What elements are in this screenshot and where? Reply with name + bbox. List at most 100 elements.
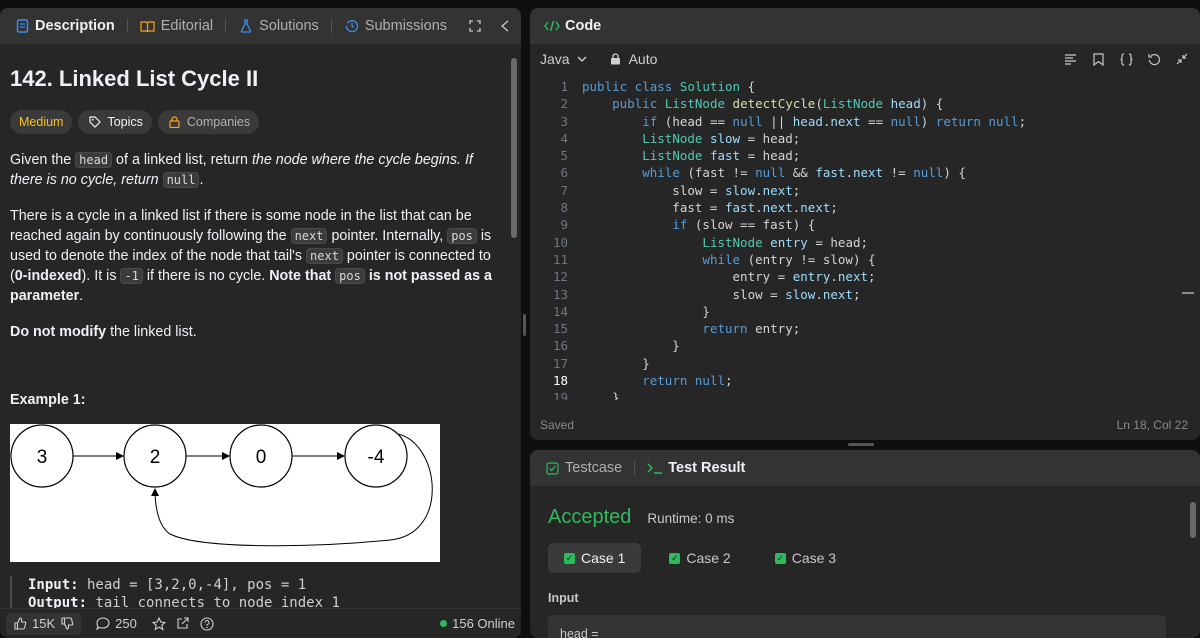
case-tab-3[interactable]: ✓ Case 3 — [759, 543, 852, 573]
case-tab-1[interactable]: ✓ Case 1 — [548, 543, 642, 573]
thumbs-up-icon — [12, 616, 28, 632]
fullscreen-icon[interactable] — [467, 18, 483, 34]
code-pos: pos — [447, 228, 477, 244]
case-label: Case 2 — [686, 550, 731, 566]
code-neg-one: -1 — [120, 268, 143, 284]
tab-solutions-label: Solutions — [259, 18, 319, 34]
text: if there is no cycle. — [142, 268, 270, 284]
difficulty-badge[interactable]: Medium — [10, 110, 73, 134]
node-label: 0 — [256, 447, 267, 468]
description-icon — [14, 18, 30, 34]
check-icon: ✓ — [564, 552, 575, 564]
online-dot — [440, 620, 448, 627]
tab-editorial[interactable]: Editorial — [134, 13, 219, 39]
description-paragraph-3: Do not modify the linked list. — [10, 322, 502, 342]
tab-submissions-label: Submissions — [364, 18, 448, 34]
thumbs-down-icon[interactable] — [59, 616, 75, 632]
braces-icon[interactable] — [1118, 51, 1134, 67]
code-pos: pos — [335, 268, 365, 284]
code-line: 9 if (slow == fast) { — [560, 217, 816, 233]
lock-icon — [608, 51, 624, 67]
tab-testcase[interactable]: Testcase — [538, 455, 628, 481]
input-value-box[interactable]: head = — [548, 615, 1166, 638]
reset-icon[interactable] — [1146, 51, 1162, 67]
result-tabbar: Testcase Test Result — [530, 450, 1200, 486]
cursor-position: Ln 18, Col 22 — [1116, 418, 1188, 432]
check-icon: ✓ — [774, 552, 786, 564]
tab-description[interactable]: Description — [8, 13, 121, 39]
format-icon[interactable] — [1062, 51, 1078, 67]
input-value: head = [3,2,0,-4], pos = 1 — [78, 577, 307, 593]
tab-code[interactable]: Code — [538, 13, 607, 39]
panel-resize-handle[interactable] — [848, 443, 874, 446]
code-line: 4 ListNode slow = head; — [560, 130, 801, 146]
tag-icon — [87, 114, 103, 130]
code-line: 19 } — [552, 390, 620, 400]
like-button[interactable]: 15K — [6, 612, 82, 635]
description-panel: Description Editorial Solutions Submissi… — [0, 8, 521, 638]
runtime-value: Runtime: 0 ms — [647, 511, 735, 526]
companies-button[interactable]: Companies — [157, 110, 260, 134]
code-line: 16 } — [552, 338, 680, 354]
comments-button[interactable]: 250 — [89, 613, 143, 635]
code-tab-label: Code — [565, 18, 602, 34]
code-tabbar: Code — [530, 8, 1200, 44]
history-icon — [344, 18, 360, 34]
case-tab-2[interactable]: ✓ Case 2 — [653, 543, 746, 573]
code-line: 18 return null; — [552, 373, 733, 389]
code-line: 14 } — [552, 303, 710, 319]
bold-text: Note that — [269, 268, 336, 284]
tab-submissions[interactable]: Submissions — [338, 13, 453, 39]
description-footer: 15K 250 156 Online — [0, 608, 521, 638]
example-input: Input: head = [3,2,0,-4], pos = 1 — [28, 576, 502, 594]
text: of a linked list, return — [112, 152, 252, 168]
code-line: 2 public ListNode detectCycle(ListNode h… — [560, 96, 944, 112]
result-scrollbar[interactable] — [1190, 502, 1196, 538]
lock-icon — [167, 114, 183, 130]
star-icon[interactable] — [151, 616, 167, 632]
node-label: 2 — [150, 447, 161, 468]
topics-label: Topics — [107, 115, 143, 129]
code-line: 17 } — [552, 355, 650, 371]
description-scrollbar[interactable] — [511, 58, 517, 238]
tab-test-result[interactable]: Test Result — [641, 455, 751, 481]
vertical-resize-handle[interactable] — [523, 314, 526, 336]
companies-label: Companies — [186, 115, 251, 129]
language-select[interactable]: Java — [540, 51, 590, 67]
code-editor[interactable]: 1 public class Solution { 2 public ListNo… — [530, 78, 1190, 400]
auto-mode[interactable]: Auto — [608, 51, 658, 67]
collapse-left-icon[interactable] — [497, 18, 513, 34]
terminal-icon — [647, 460, 663, 476]
code-line: 13 slow = slow.next; — [552, 286, 861, 302]
code-line: 5 ListNode fast = head; — [560, 148, 801, 164]
share-icon[interactable] — [175, 616, 191, 632]
minimize-icon[interactable] — [1174, 51, 1190, 67]
input-value-text: head = — [560, 627, 599, 638]
topics-button[interactable]: Topics — [78, 110, 152, 134]
code-line: 10 ListNode entry = head; — [552, 234, 869, 250]
test-result-tab-label: Test Result — [668, 460, 746, 476]
online-count: 156 Online — [452, 616, 515, 631]
example-title: Example 1: — [10, 392, 86, 408]
auto-label: Auto — [628, 51, 658, 67]
code-line: 3 if (head == null || head.next == null)… — [560, 113, 1027, 129]
case-tabs: ✓ Case 1 ✓ Case 2 ✓ Case 3 — [548, 543, 1182, 573]
code-line: 11 while (entry != slow) { — [552, 251, 876, 267]
help-icon[interactable] — [199, 616, 215, 632]
chevron-down-icon — [574, 51, 590, 67]
code-null: null — [162, 172, 200, 188]
tab-solutions[interactable]: Solutions — [232, 13, 325, 39]
problem-title: 142. Linked List Cycle II — [10, 66, 259, 91]
check-icon: ✓ — [669, 552, 681, 564]
left-tabbar: Description Editorial Solutions Submissi… — [0, 8, 521, 44]
linked-list-diagram: 3 2 0 -4 — [10, 424, 440, 562]
bold-text: 0-indexed — [14, 268, 82, 284]
output-value: tail connects to node index 1 — [87, 595, 340, 609]
text: pointer. Internally, — [327, 228, 448, 244]
result-body: Accepted Runtime: 0 ms ✓ Case 1 ✓ Case 2 ✓… — [530, 486, 1200, 638]
verdict-row: Accepted Runtime: 0 ms — [548, 506, 1182, 529]
text: ). It is — [81, 268, 121, 284]
text: . — [199, 172, 204, 188]
code-line: 8 fast = fast.next.next; — [560, 200, 838, 216]
bookmark-icon[interactable] — [1090, 51, 1106, 67]
